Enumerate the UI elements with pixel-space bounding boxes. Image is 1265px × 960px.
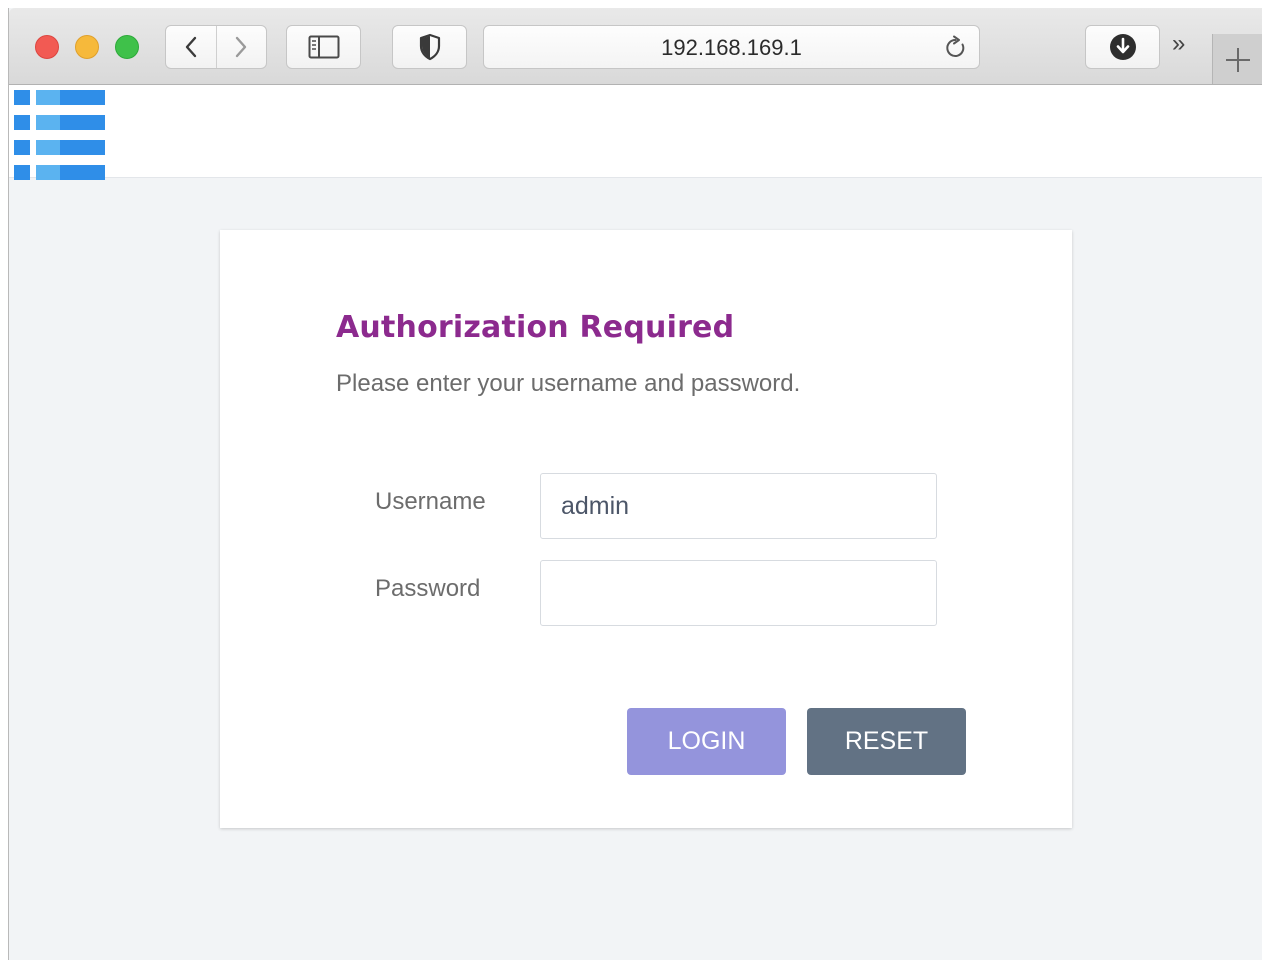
browser-window: 192.168.169.1 » Authorization Required P…: [8, 8, 1262, 960]
reset-button[interactable]: RESET: [807, 708, 966, 775]
username-label: Username: [375, 488, 486, 515]
logo-block: [60, 140, 105, 155]
forward-button[interactable]: [215, 26, 267, 68]
logo-block: [60, 115, 105, 130]
minimize-window-button[interactable]: [75, 35, 99, 59]
downloads-button[interactable]: [1085, 25, 1160, 69]
reload-icon: [946, 35, 965, 57]
more-chevrons-icon[interactable]: »: [1172, 30, 1186, 58]
username-input[interactable]: [540, 473, 937, 539]
privacy-shield-icon: [419, 33, 440, 61]
logo-block: [36, 140, 60, 155]
logo-block: [14, 115, 30, 130]
navigation-buttons: [165, 25, 267, 69]
url-text: 192.168.169.1: [661, 35, 802, 60]
back-icon: [185, 36, 196, 58]
zoom-window-button[interactable]: [115, 35, 139, 59]
privacy-button[interactable]: [392, 25, 467, 69]
forward-icon: [236, 36, 247, 58]
logo-block: [14, 90, 30, 105]
sidebar-icon: [308, 35, 339, 59]
logo-block: [60, 165, 105, 180]
reload-button[interactable]: [943, 35, 969, 66]
address-bar[interactable]: 192.168.169.1: [483, 25, 980, 69]
password-input[interactable]: [540, 560, 937, 626]
login-instructions: Please enter your username and password.: [336, 370, 801, 397]
logo-block: [14, 140, 30, 155]
downloads-icon: [1109, 34, 1136, 60]
new-tab-icon: [1226, 48, 1250, 72]
back-button[interactable]: [166, 26, 216, 68]
logo-block: [14, 165, 30, 180]
sidebar-button[interactable]: [286, 25, 361, 69]
page-header: [9, 85, 1262, 180]
logo-block: [60, 90, 105, 105]
new-tab-button[interactable]: [1212, 34, 1262, 84]
logo-block: [36, 90, 60, 105]
router-logo-icon[interactable]: [14, 90, 106, 180]
logo-block: [36, 115, 60, 130]
password-label: Password: [375, 575, 481, 602]
logo-block: [36, 165, 60, 180]
close-window-button[interactable]: [35, 35, 59, 59]
login-button[interactable]: LOGIN: [627, 708, 786, 775]
page-title: Authorization Required: [336, 310, 735, 345]
login-card: Authorization Required Please enter your…: [220, 230, 1072, 828]
browser-toolbar: 192.168.169.1 »: [9, 8, 1262, 85]
